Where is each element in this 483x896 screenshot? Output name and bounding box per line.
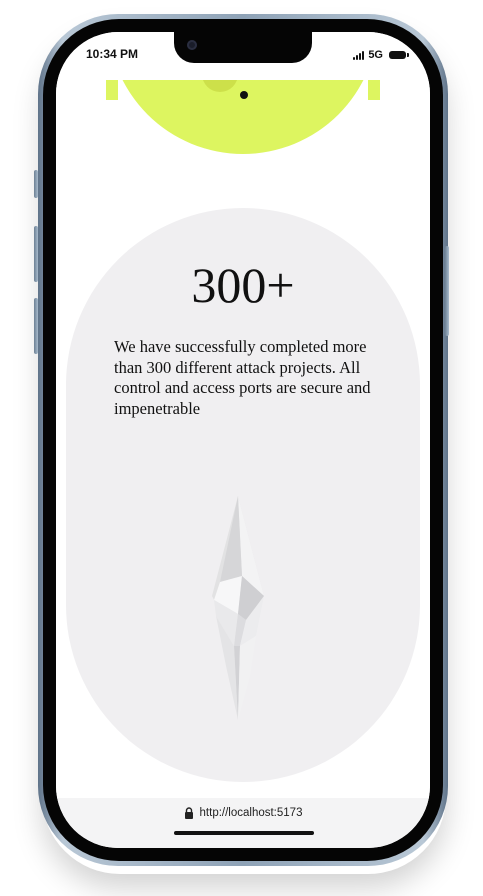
home-indicator[interactable] xyxy=(174,831,314,835)
stat-number: 300+ xyxy=(191,257,295,313)
page-content[interactable]: 300+ We have successfully completed more… xyxy=(56,80,430,798)
lime-decoration-tab-right xyxy=(368,80,380,100)
signal-bars-icon xyxy=(353,50,365,60)
power-button xyxy=(445,246,449,336)
battery-icon xyxy=(389,51,409,59)
notch xyxy=(174,32,312,63)
status-indicators: 5G xyxy=(353,49,409,61)
url-display[interactable]: http://localhost:5173 xyxy=(56,807,430,819)
lime-decoration-tab-left xyxy=(106,80,118,100)
volume-up-button xyxy=(34,226,38,282)
status-time: 10:34 PM xyxy=(86,47,139,61)
crystal-illustration xyxy=(212,496,264,720)
phone-screen: 10:34 PM 5G 300+ We have successfully co… xyxy=(56,32,430,848)
device-mockup: 10:34 PM 5G 300+ We have successfully co… xyxy=(0,0,483,896)
stat-description: We have successfully completed more than… xyxy=(114,337,371,418)
stat-card: 300+ We have successfully completed more… xyxy=(66,208,420,782)
browser-url-bar[interactable]: http://localhost:5173 xyxy=(56,798,430,848)
network-label: 5G xyxy=(368,49,383,61)
front-camera-icon xyxy=(187,40,197,50)
mute-switch xyxy=(34,170,38,198)
black-dot xyxy=(240,91,248,99)
volume-down-button xyxy=(34,298,38,354)
url-text[interactable]: http://localhost:5173 xyxy=(200,807,303,819)
lock-icon xyxy=(184,807,193,819)
